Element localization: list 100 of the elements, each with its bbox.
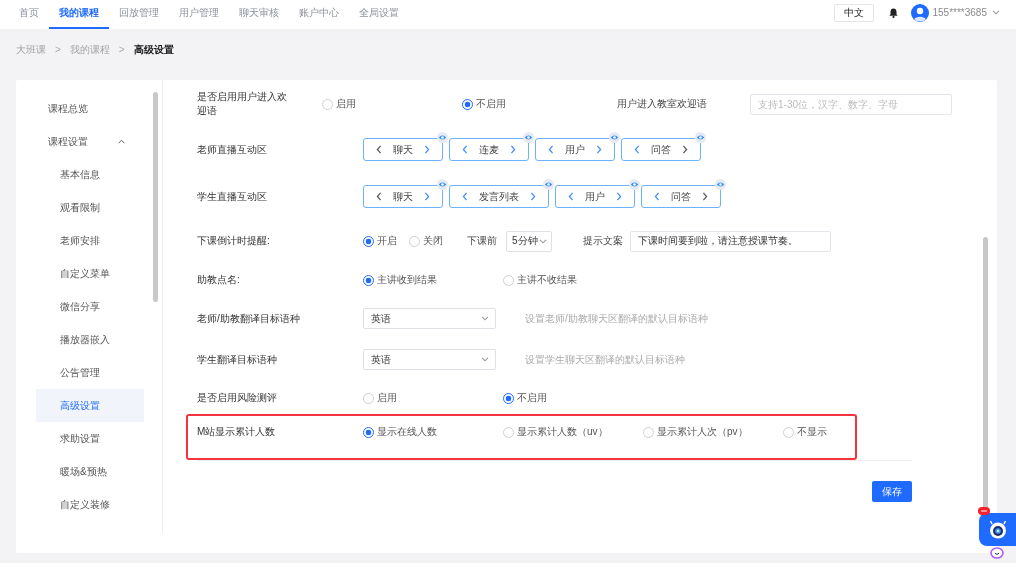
sidebar-item[interactable]: 高级设置: [36, 389, 144, 422]
setting-label: 是否启用用户进入欢迎语: [197, 90, 288, 118]
sidebar-item[interactable]: 求助设置: [36, 422, 144, 455]
chevron-left-icon[interactable]: [654, 192, 660, 201]
panel-chip[interactable]: 连麦: [449, 138, 529, 161]
panel-chip[interactable]: 问答: [641, 185, 721, 208]
radio-option[interactable]: 不启用: [503, 391, 643, 405]
chevron-up-icon[interactable]: [118, 139, 125, 144]
radio-option[interactable]: 显示在线人数: [363, 425, 503, 439]
avatar-icon[interactable]: [910, 3, 929, 22]
eye-icon[interactable]: [715, 179, 726, 190]
eye-icon[interactable]: [437, 179, 448, 190]
radio-option[interactable]: 不启用: [462, 97, 602, 111]
badge-icon: [978, 507, 990, 515]
radio-option[interactable]: 不显示: [783, 425, 923, 439]
panel-chip[interactable]: 聊天: [363, 138, 443, 161]
sidebar-item[interactable]: 微信分享: [36, 290, 144, 323]
language-dropdown[interactable]: 英语: [363, 349, 496, 370]
smile-icon[interactable]: [990, 547, 1004, 559]
chevron-down-icon: [481, 357, 489, 362]
chevron-down-icon: [992, 10, 1000, 15]
user-menu[interactable]: 155****3685: [932, 7, 1000, 18]
sidebar-item[interactable]: 课程总览: [36, 92, 144, 125]
breadcrumb-separator: >: [55, 44, 61, 55]
sidebar-item[interactable]: 播放器嵌入: [36, 323, 144, 356]
bell-icon[interactable]: [888, 7, 898, 18]
radio-option[interactable]: 主讲不收结果: [503, 273, 643, 287]
chevron-down-icon: [539, 238, 547, 244]
chevron-right-icon[interactable]: [702, 192, 708, 201]
sidebar-item[interactable]: 基本信息: [36, 158, 144, 191]
eye-icon[interactable]: [609, 132, 620, 143]
sidebar-item[interactable]: 观看限制: [36, 191, 144, 224]
duration-dropdown[interactable]: 5分钟: [506, 230, 552, 252]
scrollbar-thumb[interactable]: [983, 237, 988, 510]
chevron-right-icon[interactable]: [616, 192, 622, 201]
setting-label: 学生翻译目标语种: [197, 352, 278, 367]
eye-icon[interactable]: [629, 179, 640, 190]
language-dropdown[interactable]: 英语: [363, 308, 496, 329]
robot-icon: [987, 520, 1008, 539]
breadcrumb-separator: >: [118, 44, 125, 55]
welcome-text-field[interactable]: 支持1-30位，汉字、数字、字母: [750, 93, 952, 115]
eye-icon[interactable]: [523, 132, 534, 143]
sidebar-item[interactable]: 公告管理: [36, 356, 144, 389]
setting-label: 学生直播互动区: [197, 189, 268, 204]
field-label: 下课前: [467, 234, 497, 248]
radio-option[interactable]: 启用: [322, 97, 462, 111]
radio-icon[interactable]: [363, 426, 374, 438]
chevron-down-icon: [481, 316, 489, 321]
field-label: 提示文案: [583, 234, 623, 248]
chevron-left-icon[interactable]: [568, 192, 574, 201]
panel-chip[interactable]: 发言列表: [449, 185, 549, 208]
breadcrumb-current: 高级设置: [133, 44, 174, 55]
setting-label: M站显示累计人数: [197, 425, 277, 439]
eye-icon[interactable]: [543, 179, 554, 190]
panel-chip[interactable]: 用户: [535, 138, 615, 161]
save-button[interactable]: 保存: [872, 481, 912, 502]
setting-label: 是否启用风险测评: [197, 391, 278, 405]
sidebar-item[interactable]: 自定义装修: [36, 488, 144, 521]
chevron-left-icon[interactable]: [462, 145, 468, 154]
sidebar-item[interactable]: 暖场&预热: [36, 455, 144, 488]
language-button[interactable]: 中文: [833, 3, 874, 22]
chevron-left-icon[interactable]: [376, 145, 382, 154]
eye-icon[interactable]: [695, 132, 706, 143]
chevron-right-icon[interactable]: [424, 192, 430, 201]
radio-icon[interactable]: [462, 98, 473, 110]
radio-option[interactable]: 关闭: [409, 234, 443, 248]
panel-chip[interactable]: 用户: [555, 185, 635, 208]
sidebar-item[interactable]: 老师安排: [36, 224, 144, 257]
chevron-left-icon[interactable]: [634, 145, 640, 154]
assistant-button[interactable]: [979, 513, 1016, 546]
radio-option[interactable]: 启用: [363, 391, 503, 405]
eye-icon[interactable]: [437, 132, 448, 143]
chevron-right-icon[interactable]: [682, 145, 688, 154]
radio-icon[interactable]: [363, 235, 374, 247]
radio-icon[interactable]: [363, 274, 374, 286]
hint-text: 设置老师/助教聊天区翻译的默认目标语种: [525, 311, 708, 326]
radio-option[interactable]: 显示累计人次（pv）: [643, 425, 783, 439]
setting-label: 助教点名:: [197, 273, 241, 287]
chevron-left-icon[interactable]: [376, 192, 382, 201]
panel-chip[interactable]: 聊天: [363, 185, 443, 208]
setting-label: 老师/助教翻译目标语种: [197, 311, 301, 326]
chevron-right-icon[interactable]: [510, 145, 516, 154]
chevron-left-icon[interactable]: [548, 145, 554, 154]
panel-chip[interactable]: 问答: [621, 138, 701, 161]
scrollbar-thumb[interactable]: [153, 92, 158, 302]
radio-icon[interactable]: [503, 392, 514, 404]
chevron-left-icon[interactable]: [462, 192, 468, 201]
radio-option[interactable]: 显示累计人数（uv）: [503, 425, 643, 439]
field-label: 用户进入教室欢迎语: [617, 97, 708, 111]
prompt-text-field[interactable]: 下课时间要到啦，请注意授课节奏。: [630, 230, 831, 252]
sidebar-item[interactable]: 课程设置: [36, 125, 144, 158]
chevron-right-icon[interactable]: [530, 192, 536, 201]
chevron-right-icon[interactable]: [424, 145, 430, 154]
hint-text: 设置学生聊天区翻译的默认目标语种: [525, 352, 685, 367]
radio-option[interactable]: 主讲收到结果: [363, 273, 503, 287]
chevron-right-icon[interactable]: [596, 145, 602, 154]
radio-option[interactable]: 开启: [363, 234, 397, 248]
sidebar-item[interactable]: 自定义菜单: [36, 257, 144, 290]
setting-label: 下课倒计时提醒:: [197, 234, 271, 248]
setting-label: 老师直播互动区: [197, 142, 268, 157]
